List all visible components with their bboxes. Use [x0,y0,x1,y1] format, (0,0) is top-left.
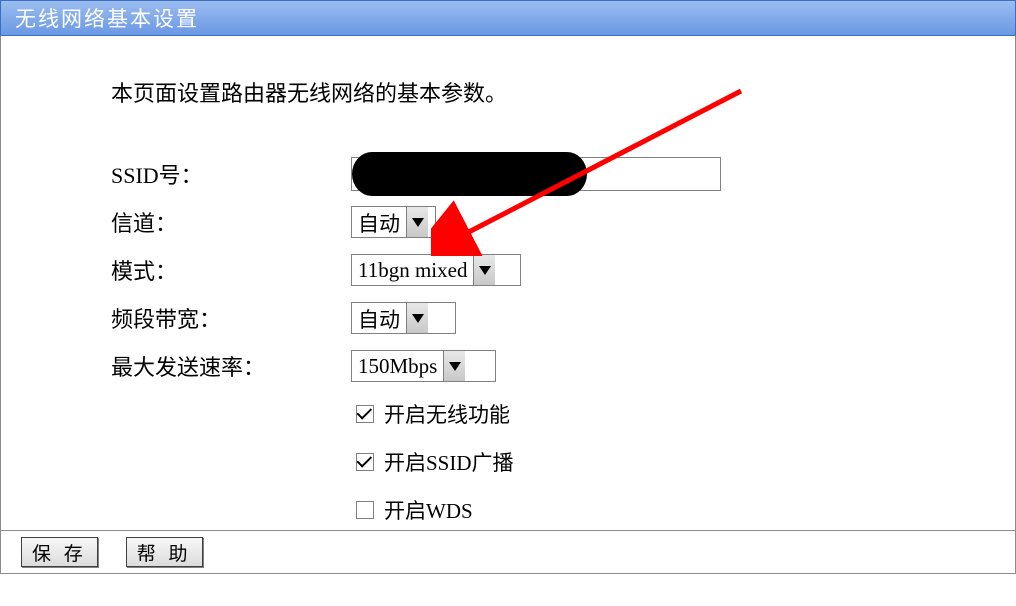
channel-label: 信道： [111,206,351,238]
wds-checkbox[interactable] [356,501,374,519]
channel-select[interactable]: 自动 [351,206,436,238]
ssid-broadcast-label: 开启SSID广播 [384,447,514,477]
enable-wireless-checkbox[interactable] [356,405,374,423]
content-panel: 本页面设置路由器无线网络的基本参数。 SSID号： 信道： 自动 模式： 11b… [0,36,1016,531]
channel-value: 自动 [352,207,406,237]
chevron-down-icon [449,362,461,371]
window-title: 无线网络基本设置 [15,3,199,33]
rate-select[interactable]: 150Mbps [351,350,496,382]
footer-bar: 保 存 帮 助 [0,530,1016,574]
ssid-redaction [352,152,587,196]
page-description: 本页面设置路由器无线网络的基本参数。 [111,76,1015,108]
window-titlebar: 无线网络基本设置 [0,0,1016,36]
wds-label: 开启WDS [384,495,473,525]
enable-wireless-label: 开启无线功能 [384,399,510,429]
mode-select[interactable]: 11bgn mixed [351,254,521,286]
rate-label: 最大发送速率： [111,350,351,382]
band-select[interactable]: 自动 [351,302,456,334]
dropdown-button-icon [406,207,428,237]
ssid-input[interactable] [351,157,721,191]
chevron-down-icon [479,266,491,275]
chevron-down-icon [412,314,424,323]
save-button[interactable]: 保 存 [21,537,98,567]
dropdown-button-icon [443,351,465,381]
chevron-down-icon [412,218,424,227]
band-label: 频段带宽： [111,302,351,334]
mode-label: 模式： [111,254,351,286]
dropdown-button-icon [473,255,495,285]
mode-value: 11bgn mixed [352,255,473,285]
help-button[interactable]: 帮 助 [126,537,203,567]
dropdown-button-icon [406,303,428,333]
ssid-label: SSID号： [111,158,351,190]
rate-value: 150Mbps [352,351,443,381]
band-value: 自动 [352,303,406,333]
ssid-broadcast-checkbox[interactable] [356,453,374,471]
